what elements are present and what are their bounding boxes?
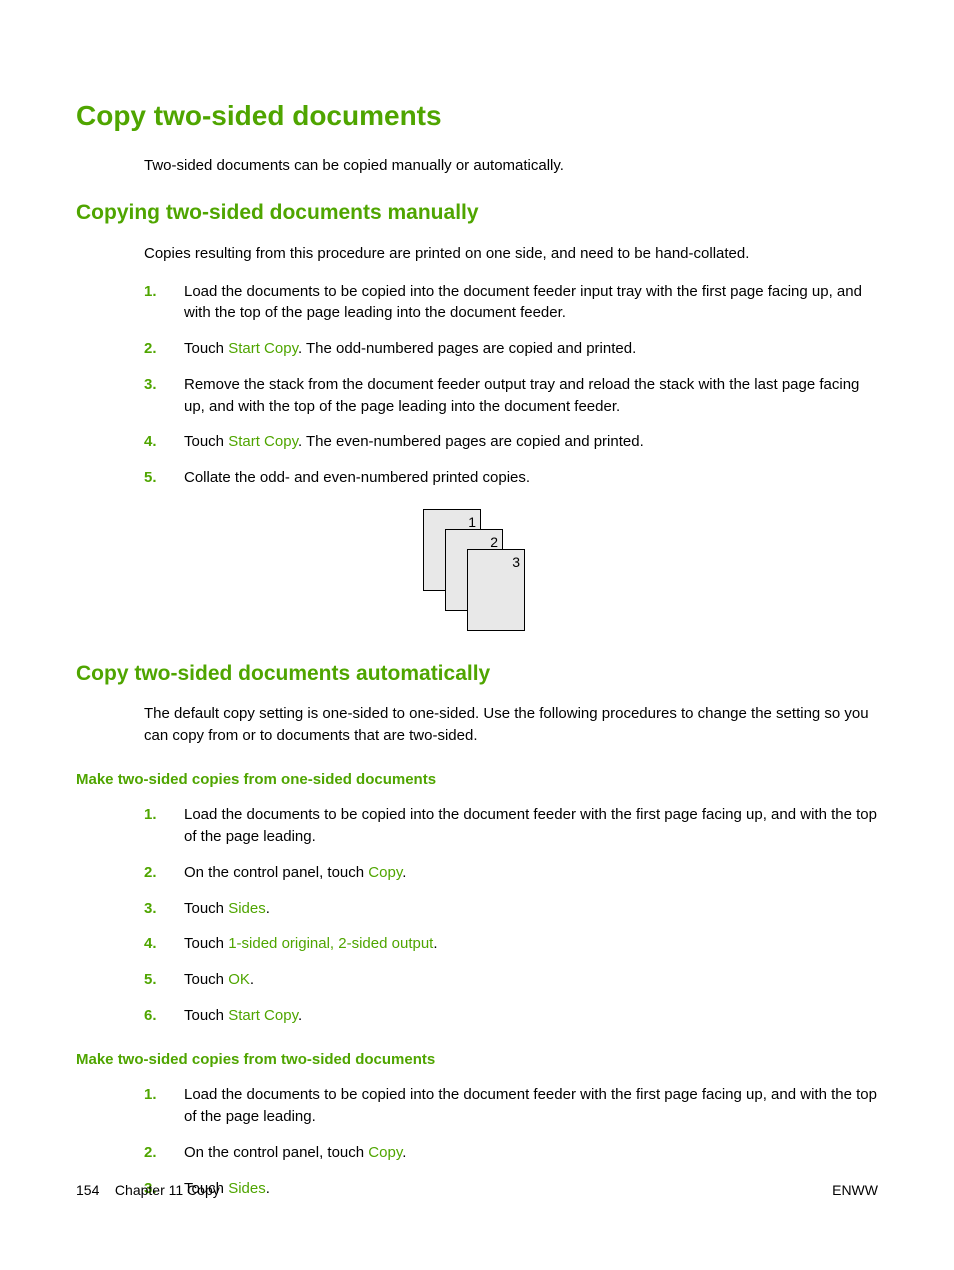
step-text: Load the documents to be copied into the… (184, 283, 862, 322)
auto-intro: The default copy setting is one-sided to… (144, 703, 878, 747)
page-number: 154 (76, 1182, 99, 1198)
step-text: Load the documents to be copied into the… (184, 806, 877, 845)
step-text: . (266, 900, 270, 917)
chapter-label: Chapter 11 Copy (115, 1182, 220, 1198)
list-item: Collate the odd- and even-numbered print… (144, 467, 878, 489)
list-item: Touch 1-sided original, 2-sided output. (144, 933, 878, 955)
diagram-page-3: 3 (467, 549, 525, 631)
manual-intro: Copies resulting from this procedure are… (144, 243, 878, 265)
ui-term: Copy (368, 864, 402, 881)
collate-diagram: 1 2 3 (76, 509, 878, 633)
ui-term: Start Copy (228, 340, 298, 357)
list-item: Touch Sides. (144, 898, 878, 920)
step-text: Touch (184, 433, 228, 450)
step-text: Touch (184, 971, 228, 988)
ui-term: Start Copy (228, 1007, 298, 1024)
step-text: . The odd-numbered pages are copied and … (298, 340, 636, 357)
step-text: Touch (184, 1007, 228, 1024)
step-text: . The even-numbered pages are copied and… (298, 433, 644, 450)
footer-left: 154 Chapter 11 Copy (76, 1180, 220, 1200)
list-item: Remove the stack from the document feede… (144, 374, 878, 418)
step-text: . (433, 935, 437, 952)
manual-steps: Load the documents to be copied into the… (144, 281, 878, 489)
intro-text: Two-sided documents can be copied manual… (144, 155, 878, 177)
ui-term: OK (228, 971, 250, 988)
ui-term: Copy (368, 1144, 402, 1161)
step-text: On the control panel, touch (184, 1144, 368, 1161)
list-item: Load the documents to be copied into the… (144, 1084, 878, 1128)
step-text: Touch (184, 340, 228, 357)
list-item: Touch Start Copy. (144, 1005, 878, 1027)
list-item: Touch OK. (144, 969, 878, 991)
step-text: . (298, 1007, 302, 1024)
auto-sub2-heading: Make two-sided copies from two-sided doc… (76, 1049, 878, 1071)
page-footer: 154 Chapter 11 Copy ENWW (76, 1180, 878, 1200)
step-text: On the control panel, touch (184, 864, 368, 881)
list-item: Touch Start Copy. The odd-numbered pages… (144, 338, 878, 360)
list-item: On the control panel, touch Copy. (144, 862, 878, 884)
step-text: Load the documents to be copied into the… (184, 1086, 877, 1125)
step-text: . (402, 1144, 406, 1161)
manual-heading: Copying two-sided documents manually (76, 198, 878, 228)
step-text: . (402, 864, 406, 881)
step-text: Remove the stack from the document feede… (184, 376, 859, 415)
ui-term: 1-sided original, 2-sided output (228, 935, 433, 952)
page-title: Copy two-sided documents (76, 96, 878, 137)
step-text: Touch (184, 935, 228, 952)
ui-term: Start Copy (228, 433, 298, 450)
step-text: . (250, 971, 254, 988)
ui-term: Sides (228, 900, 266, 917)
step-text: Collate the odd- and even-numbered print… (184, 469, 530, 486)
auto-heading: Copy two-sided documents automatically (76, 659, 878, 689)
list-item: Load the documents to be copied into the… (144, 804, 878, 848)
list-item: Touch Start Copy. The even-numbered page… (144, 431, 878, 453)
auto-sub1-steps: Load the documents to be copied into the… (144, 804, 878, 1026)
list-item: On the control panel, touch Copy. (144, 1142, 878, 1164)
footer-right: ENWW (832, 1180, 878, 1200)
step-text: Touch (184, 900, 228, 917)
auto-sub1-heading: Make two-sided copies from one-sided doc… (76, 769, 878, 791)
list-item: Load the documents to be copied into the… (144, 281, 878, 325)
